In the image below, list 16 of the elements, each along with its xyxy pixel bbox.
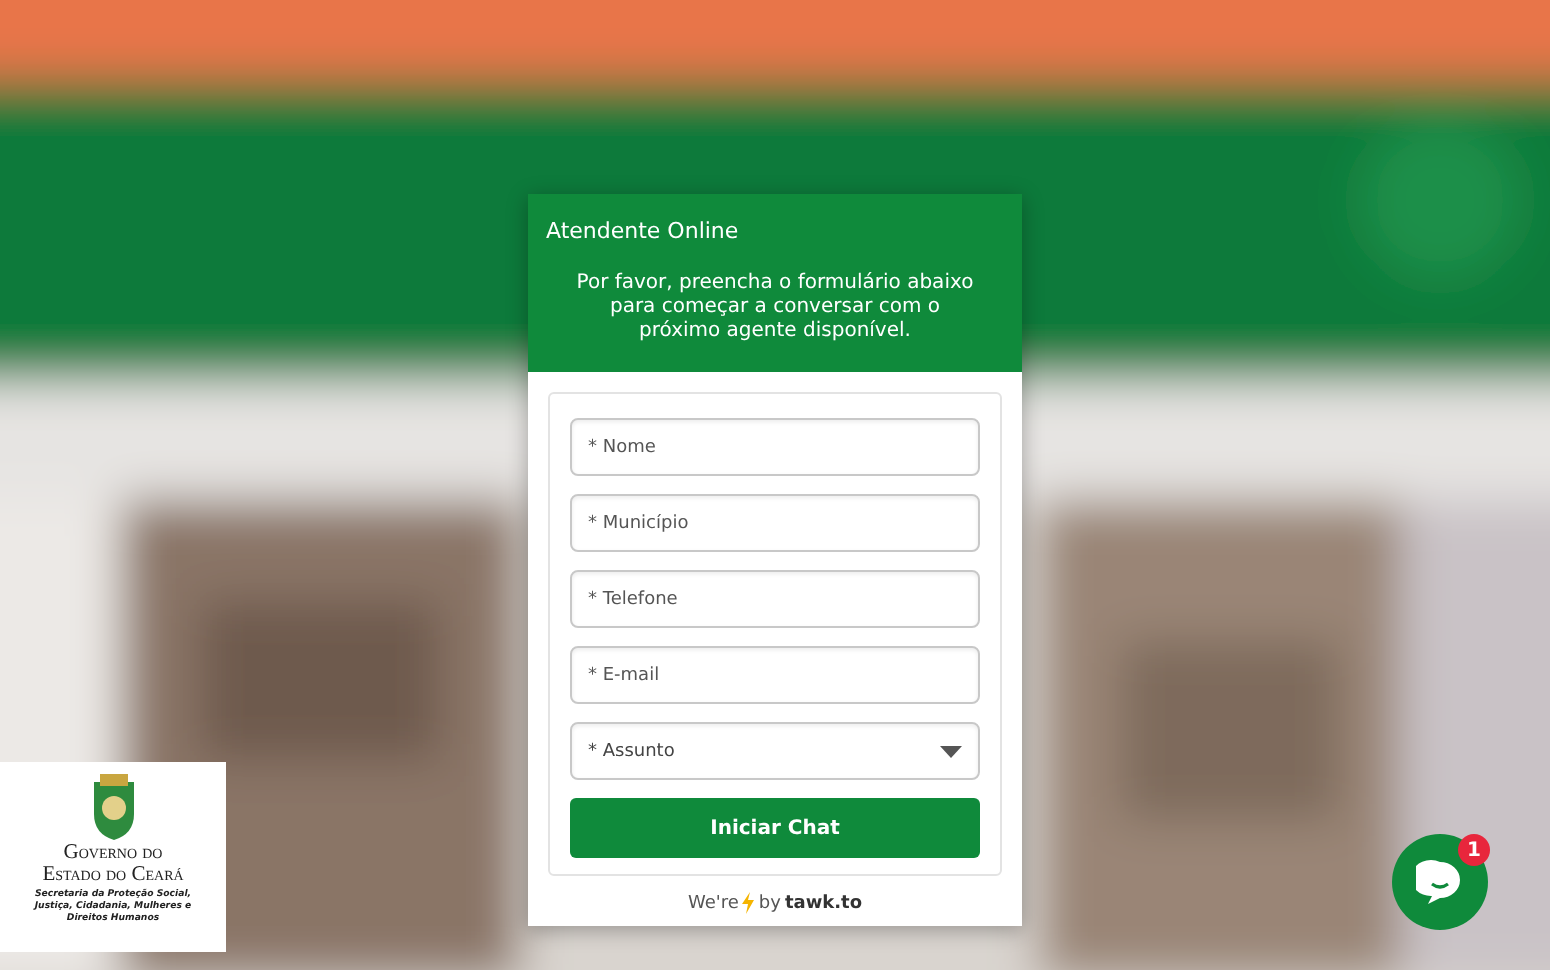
lightning-icon (742, 892, 755, 914)
input-field[interactable]: * E-mail (570, 646, 980, 704)
select-field[interactable]: * Assunto (570, 722, 980, 780)
header-title: Atendente Online (546, 218, 741, 244)
input-field[interactable]: * Nome (570, 418, 980, 476)
chat-bubble-icon (1416, 858, 1464, 906)
footer-text: by (758, 893, 781, 913)
input-field[interactable]: * Município (570, 494, 980, 552)
brand-link[interactable]: tawk.to (784, 893, 863, 913)
start-chat-button[interactable]: Iniciar Chat (570, 798, 980, 858)
logo-text: Governo do (63, 842, 163, 864)
footer-text: We're (687, 893, 739, 913)
logo-text: Estado do Ceará (42, 864, 184, 886)
header-message: Por favor, preencha o formulário abaixo para começar a conversar com o próximo agente disponível. (574, 272, 976, 344)
input-field[interactable]: * Telefone (570, 570, 980, 628)
caret-icon (940, 745, 962, 757)
